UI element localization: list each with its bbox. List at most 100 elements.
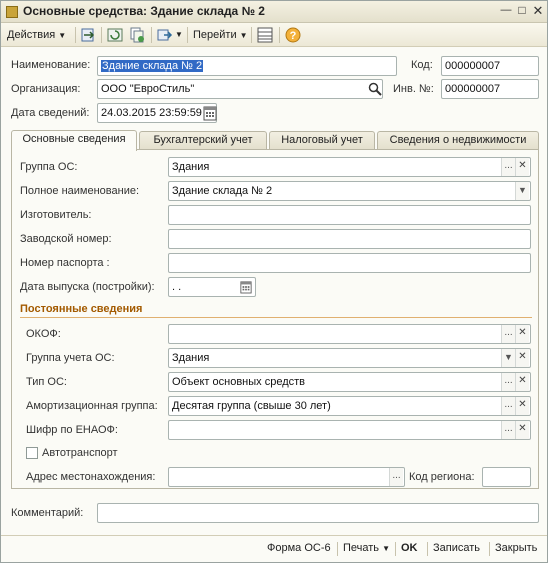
clear-icon[interactable]: ✕ [515,421,529,439]
group-field[interactable]: Здания ... ✕ [168,157,531,177]
print-button[interactable]: Печать ▼ [343,542,390,554]
svg-text:?: ? [290,30,297,42]
type-field[interactable]: Объект основных средств ... ✕ [168,372,531,392]
clear-icon[interactable]: ✕ [515,158,529,176]
select-button[interactable]: ... [501,397,515,415]
chevron-down-icon[interactable]: ▼ [515,182,529,200]
toolbar-separator [251,27,252,43]
passport-label: Номер паспорта : [20,257,110,269]
group-value: Здания [172,161,210,173]
select-button[interactable]: ... [501,421,515,439]
release-label: Дата выпуска (постройки): [20,281,155,293]
footer-bar: Форма ОС-6 Печать ▼ OK Записать Закрыть [1,535,547,562]
toolbar-separator [101,27,102,43]
toolbar-separator [151,27,152,43]
goto-menu[interactable]: Перейти ▼ [193,26,248,44]
reread-icon[interactable] [107,27,123,43]
save-button[interactable]: Записать [433,542,480,554]
dropdown-arrow-icon: ▼ [382,544,391,553]
toolbar-separator [187,27,188,43]
fullname-label: Полное наименование: [20,185,140,197]
footer-separator [395,542,396,556]
comment-field[interactable] [97,503,539,523]
okof-field[interactable]: ... ✕ [168,324,531,344]
amort-field[interactable]: Десятая группа (свыше 30 лет) ... ✕ [168,396,531,416]
tab-realty[interactable]: Сведения о недвижимости [377,131,539,150]
app-icon [6,6,18,18]
amort-label: Амортизационная группа: [26,400,158,412]
footer-separator [427,542,428,556]
enaof-label: Шифр по ЕНАОФ: [26,424,118,436]
passport-field[interactable] [168,253,531,273]
based-on-icon[interactable] [157,27,173,43]
acc-group-label: Группа учета ОС: [26,352,115,364]
org-field[interactable]: ООО "ЕвроСтиль" [97,79,383,99]
calendar-icon[interactable] [239,278,253,296]
minimize-icon[interactable]: — [499,4,513,18]
window: Основные средства: Здание склада № 2 — □… [0,0,548,563]
maker-field[interactable] [168,205,531,225]
select-button[interactable]: ... [389,468,403,486]
tabs-container: Основные сведения Бухгалтерский учет Нал… [11,130,539,491]
print-label: Печать [343,542,380,554]
search-icon[interactable] [367,81,383,97]
structure-icon[interactable] [257,27,273,43]
auto-label: Автотранспорт [42,447,118,459]
enaof-field[interactable]: ... ✕ [168,420,531,440]
help-icon[interactable]: ? [285,27,301,43]
okof-label: ОКОФ: [26,328,61,340]
tab-main-info[interactable]: Основные сведения [11,130,137,151]
code-field[interactable]: 000000007 [441,56,539,76]
select-button[interactable]: ... [501,373,515,391]
region-field[interactable] [482,467,531,487]
close-window-icon[interactable]: ✕ [531,4,545,18]
section-title: Постоянные сведения [20,303,143,315]
name-field[interactable]: Здание склада № 2 [97,56,397,76]
actions-menu[interactable]: Действия ▼ [7,26,66,44]
maker-label: Изготовитель: [20,209,92,221]
region-label: Код региона: [409,471,475,483]
release-date-field[interactable]: . . [168,277,256,297]
tab-accounting[interactable]: Бухгалтерский учет [139,131,267,150]
address-label: Адрес местонахождения: [26,471,156,483]
toolbar: Действия ▼ ▼ Перейти ▼ ? [1,23,547,47]
acc-group-value: Здания [172,352,210,364]
inv-field[interactable]: 000000007 [441,79,539,99]
date-label: Дата сведений: [11,107,90,119]
actions-label: Действия [7,29,56,41]
clear-icon[interactable]: ✕ [515,397,529,415]
amort-value: Десятая группа (свыше 30 лет) [172,400,331,412]
serial-field[interactable] [168,229,531,249]
group-label: Группа ОС: [20,161,78,173]
clear-icon[interactable]: ✕ [515,373,529,391]
title-bar: Основные средства: Здание склада № 2 — □… [1,1,547,23]
close-button[interactable]: Закрыть [495,542,537,554]
ok-button[interactable]: OK [401,542,418,554]
clear-icon[interactable]: ✕ [515,325,529,343]
based-on-dropdown-icon[interactable]: ▼ [175,26,183,44]
write-close-icon[interactable] [81,27,97,43]
fullname-value: Здание склада № 2 [172,185,273,197]
chevron-down-icon[interactable]: ▼ [501,349,515,367]
fullname-field[interactable]: Здание склада № 2 ▼ [168,181,531,201]
address-field[interactable]: ... [168,467,405,487]
clear-icon[interactable]: ✕ [515,349,529,367]
acc-group-field[interactable]: Здания ▼ ✕ [168,348,531,368]
footer-separator [489,542,490,556]
calendar-icon[interactable] [203,105,217,121]
inv-label: Инв. №: [393,83,434,95]
select-button[interactable]: ... [501,158,515,176]
form-os6-button[interactable]: Форма ОС-6 [267,542,331,554]
auto-checkbox[interactable] [26,447,38,459]
tab-tax[interactable]: Налоговый учет [269,131,375,150]
date-field[interactable]: 24.03.2015 23:59:59 [97,103,217,123]
select-button[interactable]: ... [501,325,515,343]
release-value: . . [172,281,182,293]
maximize-icon[interactable]: □ [515,4,529,18]
code-label: Код: [411,59,433,71]
goto-label: Перейти [193,29,237,41]
copy-icon[interactable] [129,27,145,43]
section-divider [20,317,532,318]
dropdown-arrow-icon: ▼ [239,31,248,40]
comment-label: Комментарий: [11,507,84,519]
